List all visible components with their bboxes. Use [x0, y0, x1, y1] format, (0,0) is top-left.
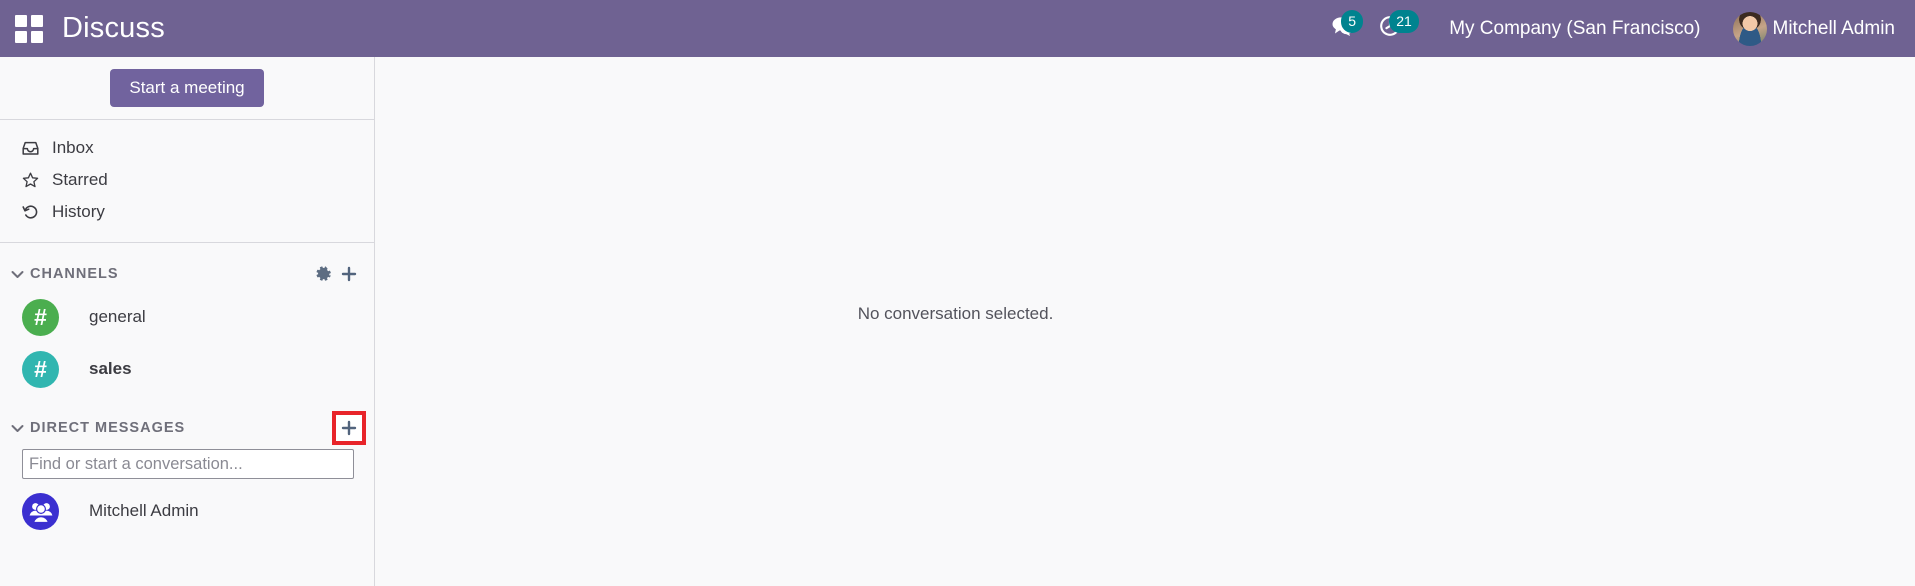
- inbox-icon: [22, 141, 46, 156]
- star-icon: [22, 172, 46, 188]
- direct-message-search-input[interactable]: [22, 449, 354, 479]
- add-channel-button[interactable]: [336, 261, 362, 287]
- channel-item-general[interactable]: # general: [0, 291, 374, 343]
- channel-name: sales: [89, 359, 132, 378]
- sidebar-item-starred[interactable]: Starred: [0, 164, 374, 196]
- channels-section-header: CHANNELS: [0, 257, 374, 291]
- direct-message-name: Mitchell Admin: [89, 501, 199, 520]
- discuss-sidebar: Start a meeting Inbox Starred History CH…: [0, 57, 375, 586]
- sidebar-item-label: Inbox: [52, 138, 94, 157]
- grid-apps-icon: [15, 14, 43, 43]
- sidebar-item-history[interactable]: History: [0, 196, 374, 228]
- messages-count-badge: 5: [1341, 10, 1364, 33]
- user-menu[interactable]: Mitchell Admin: [1719, 11, 1902, 46]
- channel-name: general: [89, 307, 146, 326]
- direct-message-item-mitchell-admin[interactable]: Mitchell Admin: [0, 485, 374, 537]
- start-meeting-section: Start a meeting: [0, 57, 374, 120]
- page-title: Discuss: [62, 12, 165, 44]
- apps-menu-button[interactable]: [0, 0, 58, 57]
- messages-button[interactable]: 5: [1319, 0, 1367, 57]
- start-meeting-button[interactable]: Start a meeting: [110, 69, 264, 107]
- channel-item-sales[interactable]: # sales: [0, 343, 374, 395]
- empty-state-text: No conversation selected.: [857, 303, 1054, 323]
- direct-messages-section-actions: [332, 411, 366, 445]
- conversation-panel: No conversation selected.: [376, 57, 1915, 586]
- sidebar-item-inbox[interactable]: Inbox: [0, 132, 374, 164]
- history-icon: [22, 204, 46, 220]
- add-direct-message-button[interactable]: [332, 411, 366, 445]
- group-users-icon: [22, 492, 59, 530]
- chevron-down-icon[interactable]: [8, 419, 26, 437]
- gear-icon[interactable]: [310, 261, 336, 287]
- direct-messages-section-title: DIRECT MESSAGES: [30, 420, 186, 436]
- chevron-down-icon[interactable]: [8, 265, 26, 283]
- top-navbar: Discuss 5 21 My Company (San Francisco) …: [0, 0, 1915, 57]
- channels-section-title: CHANNELS: [30, 266, 119, 282]
- user-name-label: Mitchell Admin: [1772, 17, 1896, 39]
- avatar: [1732, 11, 1767, 46]
- direct-messages-section-header: DIRECT MESSAGES: [0, 411, 374, 445]
- mailbox-list: Inbox Starred History: [0, 120, 374, 243]
- sidebar-item-label: History: [52, 202, 105, 221]
- channel-avatar: #: [22, 350, 59, 388]
- direct-message-search-row: [0, 445, 374, 479]
- channel-avatar: #: [22, 298, 59, 336]
- company-switcher[interactable]: My Company (San Francisco): [1413, 18, 1718, 40]
- activities-button[interactable]: 21: [1367, 0, 1419, 57]
- navbar-right-group: 5 21 My Company (San Francisco) Mitchell…: [1319, 0, 1915, 57]
- activities-count-badge: 21: [1389, 10, 1419, 33]
- channels-section-actions: [310, 261, 362, 287]
- sidebar-item-label: Starred: [52, 170, 108, 189]
